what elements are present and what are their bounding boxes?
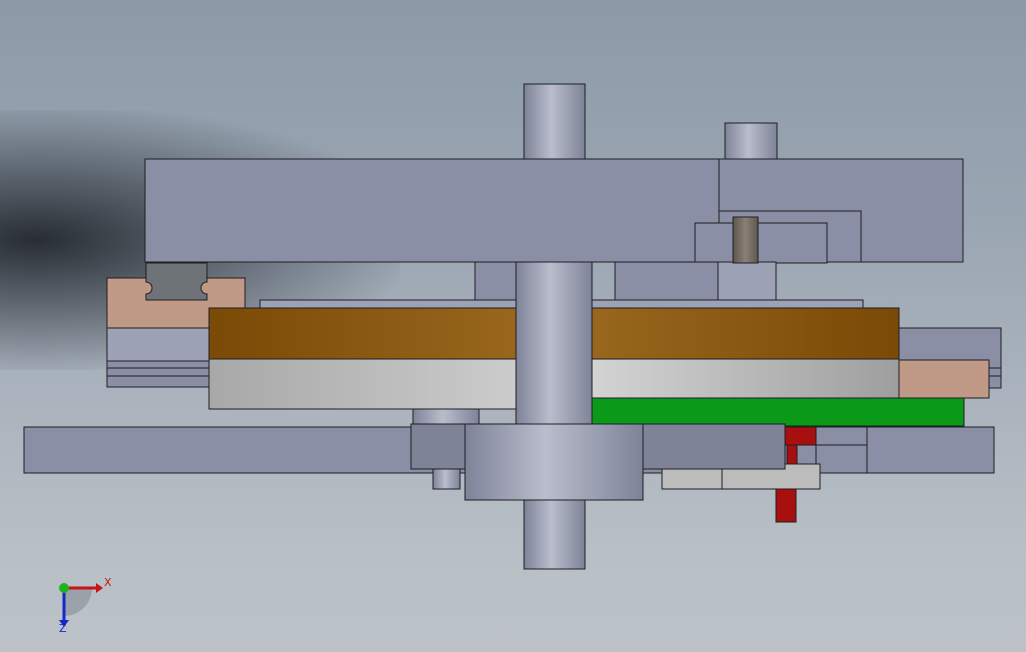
main-shaft-bottom[interactable]: [523, 499, 586, 570]
top-plate[interactable]: [144, 158, 720, 263]
x-axis-arrowhead: [96, 583, 103, 593]
left-rail[interactable]: [106, 360, 213, 388]
hub-block-right[interactable]: [641, 423, 786, 470]
red-pin[interactable]: [786, 444, 798, 466]
triad-arc: [64, 588, 92, 616]
pin-housing[interactable]: [717, 261, 777, 301]
central-hub[interactable]: [464, 423, 644, 501]
left-slider-base[interactable]: [106, 327, 213, 362]
cad-viewport[interactable]: X Z: [0, 0, 1026, 652]
main-shaft-mid[interactable]: [515, 261, 593, 425]
short-shaft[interactable]: [724, 122, 778, 160]
small-bolt[interactable]: [432, 468, 461, 490]
mid-block-left[interactable]: [474, 261, 521, 301]
guide-carriage[interactable]: [145, 262, 208, 301]
small-boss[interactable]: [694, 222, 828, 264]
locating-pin[interactable]: [732, 216, 759, 264]
red-clamp[interactable]: [784, 426, 817, 446]
green-plate[interactable]: [591, 397, 965, 427]
red-pin-lower[interactable]: [775, 488, 797, 523]
right-lower-plate[interactable]: [815, 444, 868, 474]
right-slider-block[interactable]: [895, 359, 990, 399]
assembly-model[interactable]: X Z: [0, 0, 1026, 652]
x-axis-label: X: [104, 576, 112, 589]
z-axis-label: Z: [59, 622, 67, 635]
bolt-head[interactable]: [412, 408, 480, 425]
y-axis-dot: [59, 583, 69, 593]
coordinate-triad: X Z: [59, 576, 112, 635]
right-lower-block[interactable]: [866, 426, 995, 474]
hub-block-left[interactable]: [410, 423, 467, 470]
main-shaft-top[interactable]: [523, 83, 586, 160]
